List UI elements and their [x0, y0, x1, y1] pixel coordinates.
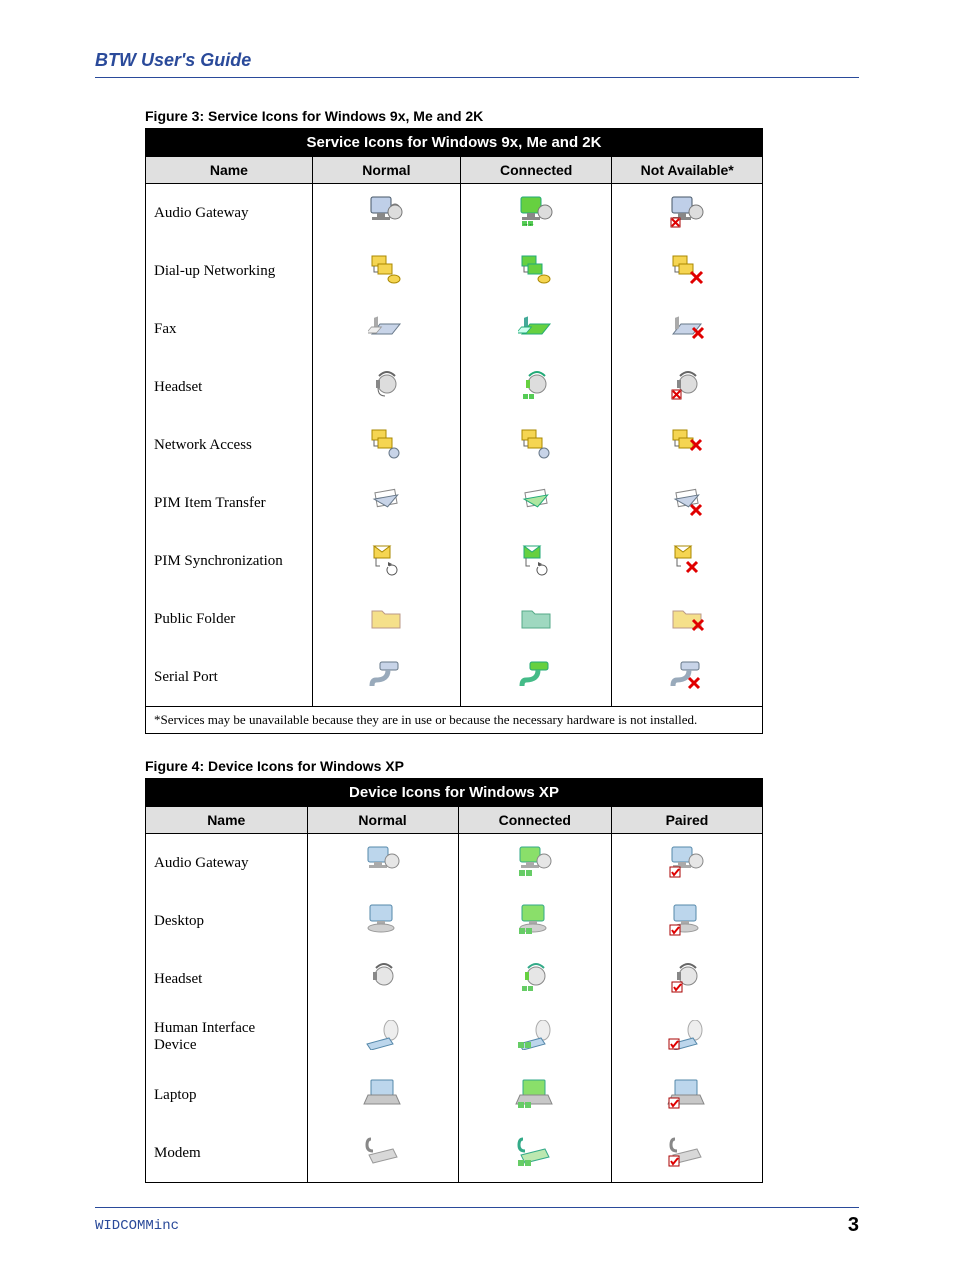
table-row: Fax: [146, 300, 763, 358]
table-row: Headset: [146, 950, 763, 1008]
row-name: Desktop: [146, 892, 308, 950]
xp-headset-paired-icon: [670, 960, 704, 999]
row-name: Fax: [146, 300, 313, 358]
xp-hid-connected-icon: [515, 1020, 555, 1055]
fax-na-icon: [669, 312, 705, 347]
figure3-table-title: Service Icons for Windows 9x, Me and 2K: [146, 129, 763, 157]
pim-sync-normal-icon: [368, 542, 404, 581]
pim-transfer-na-icon: [669, 485, 705, 522]
table-row: Human Interface Device: [146, 1008, 763, 1066]
row-name: Network Access: [146, 416, 313, 474]
table-row: PIM Item Transfer: [146, 474, 763, 532]
row-name: Human Interface Device: [146, 1008, 308, 1066]
row-name: Headset: [146, 358, 313, 416]
row-name: PIM Synchronization: [146, 532, 313, 590]
audio-gateway-na-icon: [669, 194, 705, 233]
figure4-col-normal: Normal: [307, 807, 458, 834]
xp-desktop-normal-icon: [364, 901, 402, 942]
figure4-col-paired: Paired: [611, 807, 762, 834]
row-name: Public Folder: [146, 590, 313, 648]
xp-audiogw-connected-icon: [516, 843, 554, 884]
table-row: Network Access: [146, 416, 763, 474]
row-name: Modem: [146, 1124, 308, 1183]
xp-modem-paired-icon: [667, 1135, 707, 1172]
document-footer: WIDCOMMinc 3: [95, 1207, 859, 1237]
pim-sync-connected-icon: [518, 542, 554, 581]
network-connected-icon: [518, 426, 554, 465]
table-row: Modem: [146, 1124, 763, 1183]
figure4-caption: Figure 4: Device Icons for Windows XP: [145, 758, 859, 774]
xp-modem-normal-icon: [363, 1135, 403, 1172]
xp-laptop-normal-icon: [363, 1076, 403, 1115]
svg-text:←: ←: [528, 220, 535, 228]
headset-normal-icon: [369, 368, 403, 407]
pim-transfer-normal-icon: [368, 485, 404, 522]
table-row: Headset: [146, 358, 763, 416]
fax-connected-icon: [518, 312, 554, 347]
xp-headset-normal-icon: [366, 960, 400, 999]
audio-gateway-connected-icon: →←: [518, 194, 554, 233]
pim-transfer-connected-icon: [518, 485, 554, 522]
figure3-caption: Figure 3: Service Icons for Windows 9x, …: [145, 108, 859, 124]
serial-normal-icon: [368, 658, 404, 697]
row-name: Audio Gateway: [146, 834, 308, 893]
figure3-col-notavailable: Not Available*: [612, 157, 763, 184]
row-name: Audio Gateway: [146, 184, 313, 243]
figure3-footnote: *Services may be unavailable because the…: [146, 707, 763, 734]
audio-gateway-normal-icon: [368, 194, 404, 233]
figure4-table-title: Device Icons for Windows XP: [146, 779, 763, 807]
figure3-col-name: Name: [146, 157, 313, 184]
row-name: Serial Port: [146, 648, 313, 707]
figure3-col-normal: Normal: [312, 157, 460, 184]
figure4-table: Device Icons for Windows XP Name Normal …: [145, 778, 763, 1183]
folder-normal-icon: [368, 602, 404, 637]
row-name: Headset: [146, 950, 308, 1008]
xp-headset-connected-icon: [518, 960, 552, 999]
footer-company: WIDCOMMinc: [95, 1218, 179, 1234]
figure4-col-connected: Connected: [458, 807, 611, 834]
headset-na-icon: [670, 368, 704, 407]
serial-na-icon: [669, 658, 705, 697]
headset-connected-icon: [519, 368, 553, 407]
dialup-normal-icon: [368, 252, 404, 291]
fax-normal-icon: [368, 312, 404, 347]
table-row: Audio Gateway →←: [146, 184, 763, 243]
table-row: Desktop: [146, 892, 763, 950]
figure3-table: Service Icons for Windows 9x, Me and 2K …: [145, 128, 763, 734]
table-row: Serial Port: [146, 648, 763, 707]
serial-connected-icon: [518, 658, 554, 697]
xp-audiogw-normal-icon: [364, 843, 402, 884]
row-name: Laptop: [146, 1066, 308, 1124]
network-normal-icon: [368, 426, 404, 465]
xp-desktop-paired-icon: [668, 901, 706, 942]
table-row: PIM Synchronization: [146, 532, 763, 590]
row-name: PIM Item Transfer: [146, 474, 313, 532]
xp-audiogw-paired-icon: [668, 843, 706, 884]
folder-connected-icon: [518, 602, 554, 637]
footer-page-number: 3: [848, 1214, 859, 1237]
network-na-icon: [669, 426, 705, 465]
figure3-footnote-row: *Services may be unavailable because the…: [146, 707, 763, 734]
row-name: Dial-up Networking: [146, 242, 313, 300]
table-row: Laptop: [146, 1066, 763, 1124]
xp-desktop-connected-icon: [516, 901, 554, 942]
xp-hid-normal-icon: [363, 1020, 403, 1055]
xp-laptop-paired-icon: [667, 1076, 707, 1115]
xp-modem-connected-icon: [515, 1135, 555, 1172]
table-row: Public Folder: [146, 590, 763, 648]
table-row: Audio Gateway: [146, 834, 763, 893]
xp-hid-paired-icon: [667, 1020, 707, 1055]
pim-sync-na-icon: [669, 542, 705, 581]
folder-na-icon: [669, 602, 705, 637]
document-header: BTW User's Guide: [95, 50, 859, 78]
table-row: Dial-up Networking: [146, 242, 763, 300]
figure3-col-connected: Connected: [460, 157, 612, 184]
figure4-col-name: Name: [146, 807, 308, 834]
dialup-na-icon: [669, 252, 705, 291]
xp-laptop-connected-icon: [515, 1076, 555, 1115]
dialup-connected-icon: [518, 252, 554, 291]
